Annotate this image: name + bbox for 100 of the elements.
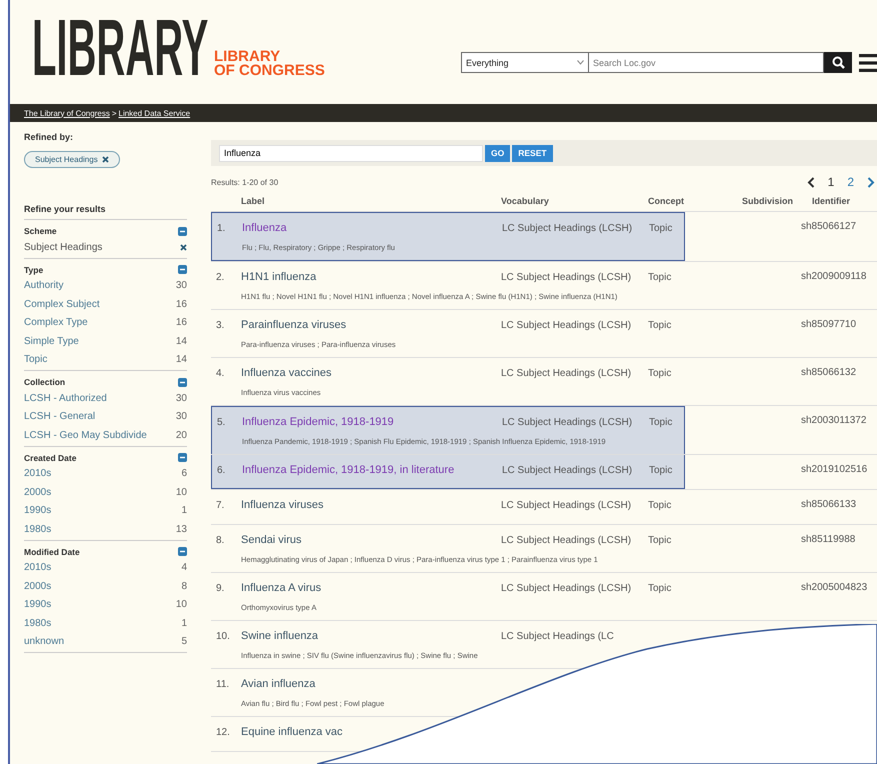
result-link[interactable]: Influenza A virus <box>241 582 322 594</box>
result-link[interactable]: Equine influenza vac <box>241 726 343 738</box>
facet-count: 16 <box>176 317 187 328</box>
row-number: 2. <box>215 272 226 282</box>
facet-link[interactable]: Authority <box>24 280 64 292</box>
facet-count: 10 <box>176 486 187 498</box>
facet-link[interactable]: 2010s <box>24 468 52 480</box>
result-link[interactable]: Influenza Epidemic, 1918-1919, in literature <box>242 464 454 476</box>
row-number: 3. <box>215 320 226 330</box>
query-field[interactable]: Influenza <box>219 144 483 162</box>
concept-cell: Topic <box>648 272 672 282</box>
breadcrumb-separator: > <box>112 108 116 118</box>
result-link[interactable]: H1N1 influenza <box>241 271 316 283</box>
result-link[interactable]: Influenza <box>242 222 287 234</box>
row-number: 11. <box>215 678 230 690</box>
collapse-icon[interactable] <box>178 226 187 236</box>
vocabulary-cell: LC Subject Headings (LCSH) <box>501 320 632 330</box>
facet-link[interactable]: 2000s <box>24 580 52 592</box>
result-link[interactable]: Avian influenza <box>241 678 316 690</box>
column-header: Identifier <box>812 196 852 206</box>
collapse-icon[interactable] <box>178 453 187 462</box>
library-of-congress-logo-text[interactable]: LIBRARY OF CONGRESS <box>214 50 325 80</box>
next-page-icon[interactable] <box>867 176 875 188</box>
vocabulary-cell: LC Subject Headings (LCSH) <box>501 582 632 594</box>
result-link[interactable]: Influenza viruses <box>241 499 324 511</box>
facet-heading: Type <box>24 264 44 274</box>
go-button[interactable]: GO <box>485 144 510 162</box>
facet-link[interactable]: 1980s <box>24 618 52 629</box>
facet-link[interactable]: Simple Type <box>24 336 79 347</box>
row-number: 8. <box>215 534 226 546</box>
identifier-cell: sh85066132 <box>801 367 856 378</box>
menu-icon[interactable] <box>859 52 877 72</box>
identifier-cell: sh85066127 <box>801 221 856 232</box>
facet-link[interactable]: 1990s <box>24 599 52 610</box>
filter-chip[interactable]: Subject Headings <box>24 151 120 168</box>
row-number: 4. <box>215 368 226 378</box>
identifier-cell: sh2003011372 <box>801 415 866 426</box>
facet-link[interactable]: LCSH - Authorized <box>24 392 107 404</box>
facet-link[interactable]: 2000s <box>24 486 52 498</box>
facet-count: 16 <box>176 298 187 310</box>
row-number: 12. <box>215 726 231 738</box>
result-link[interactable]: Sendai virus <box>241 534 302 546</box>
facet-link[interactable]: Complex Type <box>24 317 88 328</box>
facet-count: 4 <box>181 562 187 574</box>
collapse-icon[interactable] <box>178 265 187 274</box>
identifier-cell: sh2019102516 <box>801 464 868 475</box>
facet-link[interactable]: 1990s <box>24 505 52 516</box>
collapse-icon[interactable] <box>178 378 187 386</box>
search-button[interactable] <box>824 52 852 73</box>
scope-dropdown[interactable]: Everything <box>461 52 589 73</box>
collapse-icon[interactable] <box>178 547 187 556</box>
facet-count: 30 <box>176 280 187 292</box>
identifier-cell: sh85097710 <box>801 319 856 330</box>
facet-link[interactable]: LCSH - General <box>24 411 96 422</box>
facet-count: 13 <box>176 524 187 535</box>
facet-link[interactable]: Complex Subject <box>24 298 100 310</box>
facet-heading: Created Date <box>24 452 76 462</box>
facet-count: 14 <box>176 336 187 347</box>
facet-link[interactable]: unknown <box>24 636 64 648</box>
facet-count: 10 <box>176 599 187 610</box>
concept-cell: Topic <box>649 416 672 428</box>
facet-link[interactable]: Topic <box>24 354 48 366</box>
remove-icon[interactable] <box>180 244 187 251</box>
breadcrumb-link[interactable]: The Library of Congress <box>24 108 110 118</box>
facet-link[interactable]: 2010s <box>24 562 52 574</box>
column-header: Label <box>241 196 266 206</box>
identifier-cell: sh2005004823 <box>801 582 868 593</box>
result-link[interactable]: Swine influenza <box>241 630 318 642</box>
column-header: Subdivision <box>742 196 794 206</box>
reset-button[interactable]: RESET <box>512 144 553 162</box>
refined-by-heading: Refined by: <box>24 132 74 142</box>
row-number: 7. <box>215 500 226 510</box>
results-count: Results: 1-20 of 30 <box>211 178 278 186</box>
facet-count: 14 <box>176 354 187 366</box>
library-logo-wordmark[interactable]: LIBRARY <box>32 16 208 80</box>
identifier-cell: sh85066133 <box>801 499 856 510</box>
column-header: Concept <box>648 196 685 206</box>
refine-heading: Refine your results <box>24 204 187 220</box>
page-link[interactable]: 1 <box>828 175 834 189</box>
facet-count: 30 <box>176 392 187 404</box>
caret-icon <box>577 60 584 65</box>
facet-link[interactable]: 1980s <box>24 524 52 535</box>
facet-link[interactable]: LCSH - Geo May Subdivide <box>24 430 147 441</box>
row-number: 1. <box>216 222 226 234</box>
row-number: 9. <box>215 582 226 594</box>
breadcrumb-link[interactable]: Linked Data Service <box>118 108 190 118</box>
page-link[interactable]: 2 <box>847 175 854 189</box>
result-link[interactable]: Influenza vaccines <box>241 367 332 379</box>
facet-item[interactable]: Subject Headings <box>24 242 102 253</box>
vocabulary-cell: LC Subject Headings (LCSH) <box>502 222 632 234</box>
concept-cell: Topic <box>648 500 672 510</box>
result-link[interactable]: Influenza Epidemic, 1918-1919 <box>242 416 394 428</box>
vocabulary-cell: LC Subject Headings (LCSH) <box>501 368 632 378</box>
previous-page-icon[interactable] <box>806 176 815 188</box>
concept-cell: Topic <box>648 368 672 378</box>
search-field[interactable]: Search Loc.gov <box>589 52 824 73</box>
facet-heading: Scheme <box>24 226 57 236</box>
concept-cell: Topic <box>649 222 672 234</box>
facet-count: 20 <box>176 430 187 441</box>
result-link[interactable]: Parainfluenza viruses <box>241 319 346 331</box>
